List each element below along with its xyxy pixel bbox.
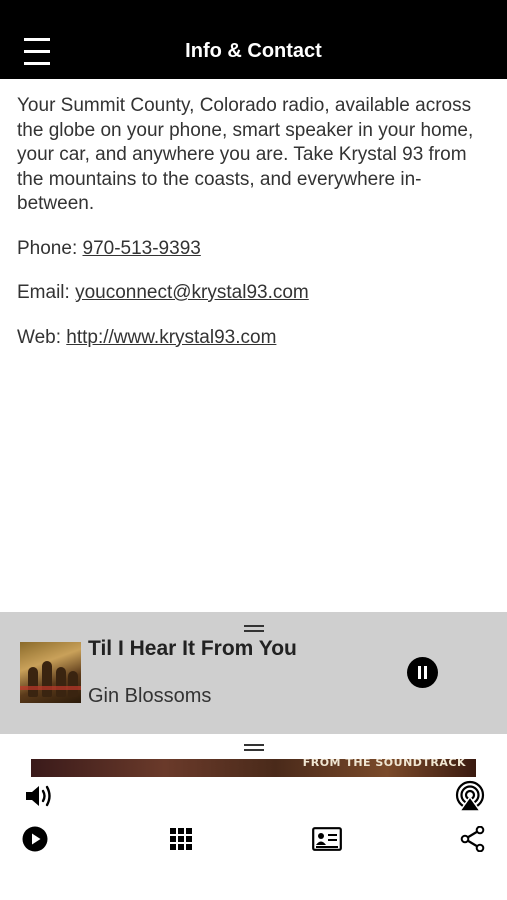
phone-row: Phone: 970-513-9393 bbox=[17, 237, 495, 262]
drawer-handle-icon[interactable] bbox=[244, 744, 264, 752]
pause-button[interactable] bbox=[407, 657, 438, 688]
phone-link[interactable]: 970-513-9393 bbox=[83, 238, 201, 259]
airplay-icon[interactable] bbox=[454, 780, 486, 817]
album-art bbox=[20, 642, 81, 703]
web-label: Web: bbox=[17, 326, 67, 348]
track-artist: Gin Blossoms bbox=[88, 685, 212, 707]
page-title: Info & Contact bbox=[185, 40, 322, 62]
station-description: Your Summit County, Colorado radio, avai… bbox=[17, 95, 474, 214]
share-icon[interactable] bbox=[460, 825, 486, 857]
contact-card-icon[interactable] bbox=[312, 827, 342, 856]
email-row: Email: youconnect@krystal93.com bbox=[17, 281, 495, 306]
phone-label: Phone: bbox=[17, 237, 83, 259]
email-link[interactable]: youconnect@krystal93.com bbox=[75, 282, 309, 303]
web-link[interactable]: http://www.krystal93.com bbox=[66, 327, 276, 348]
play-icon[interactable] bbox=[22, 826, 48, 857]
volume-icon[interactable] bbox=[24, 782, 54, 815]
app-header: Info & Contact bbox=[0, 0, 507, 79]
email-label: Email: bbox=[17, 282, 76, 303]
info-content: Your Summit County, Colorado radio, avai… bbox=[17, 94, 495, 370]
ad-banner[interactable]: FROM THE SOUNDTRACK bbox=[31, 759, 476, 777]
banner-text: FROM THE SOUNDTRACK bbox=[302, 759, 466, 769]
web-row: Web: http://www.krystal93.com bbox=[17, 326, 495, 351]
drag-handle-icon[interactable] bbox=[244, 625, 264, 633]
track-title: Til I Hear It From You bbox=[88, 637, 297, 660]
grid-icon[interactable] bbox=[170, 828, 192, 855]
